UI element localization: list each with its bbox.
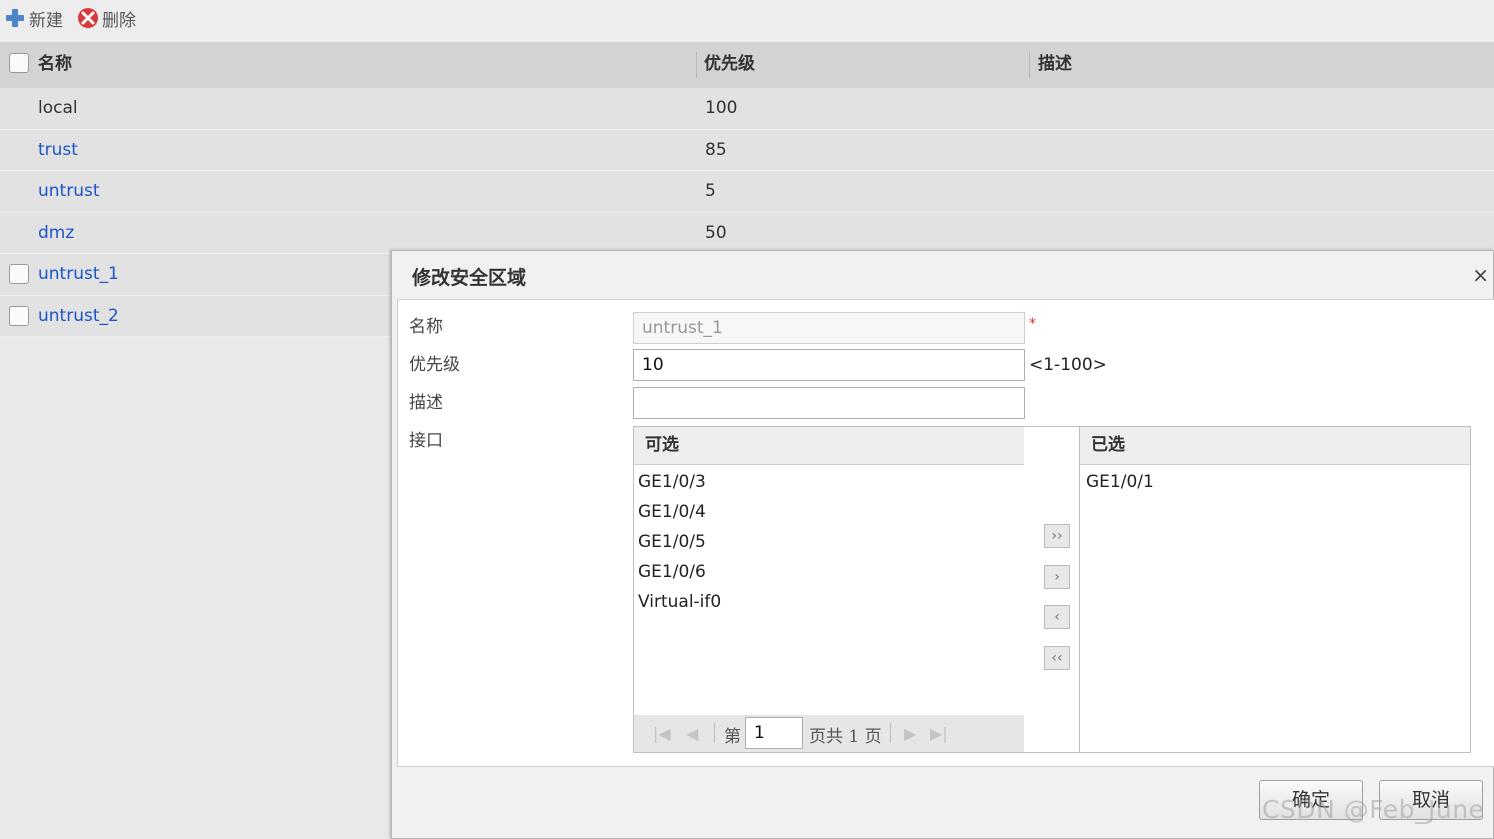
description-field[interactable] bbox=[633, 387, 1025, 419]
priority-field[interactable]: 10 bbox=[633, 349, 1025, 381]
priority-range-hint: <1-100> bbox=[1029, 355, 1107, 375]
prev-page-icon[interactable]: ◀ bbox=[686, 724, 698, 743]
name-label: 名称 bbox=[409, 317, 443, 337]
first-page-icon[interactable]: |◀ bbox=[653, 724, 671, 743]
select-all-checkbox[interactable] bbox=[9, 53, 29, 73]
dialog-body: 名称 untrust_1 * 优先级 10 <1-100> 描述 接口 可选 G… bbox=[397, 299, 1494, 767]
available-list-header: 可选 bbox=[634, 427, 1024, 465]
name-field: untrust_1 bbox=[633, 312, 1025, 344]
zone-priority: 5 bbox=[705, 181, 716, 201]
edit-zone-dialog: 修改安全区域 × 名称 untrust_1 * 优先级 10 <1-100> 描… bbox=[391, 250, 1494, 839]
pager-divider bbox=[890, 723, 891, 743]
pager-divider bbox=[714, 723, 715, 743]
zone-name: local bbox=[38, 98, 78, 118]
page-prefix: 第 bbox=[724, 727, 741, 747]
priority-label: 优先级 bbox=[409, 355, 460, 375]
row-checkbox[interactable] bbox=[9, 264, 29, 284]
delete-icon bbox=[78, 8, 98, 28]
plus-icon bbox=[6, 9, 24, 27]
required-mark: * bbox=[1029, 316, 1036, 332]
zone-name-link[interactable]: dmz bbox=[38, 213, 74, 254]
zone-priority: 85 bbox=[705, 139, 727, 160]
zone-priority: 100 bbox=[705, 98, 738, 118]
list-item[interactable]: GE1/0/4 bbox=[634, 497, 1024, 527]
zone-name-link[interactable]: untrust bbox=[38, 171, 100, 212]
list-item[interactable]: GE1/0/3 bbox=[634, 467, 1024, 497]
delete-button-label: 删除 bbox=[102, 10, 136, 31]
table-row[interactable]: local 100 bbox=[0, 88, 1494, 130]
available-interfaces-list: 可选 GE1/0/3 GE1/0/4 GE1/0/5 GE1/0/6 Virtu… bbox=[633, 426, 1025, 753]
new-button[interactable]: 新建 bbox=[4, 6, 63, 31]
header-priority: 优先级 bbox=[704, 54, 755, 74]
dialog-title: 修改安全区域 bbox=[412, 267, 527, 289]
toolbar: 新建 删除 bbox=[0, 0, 1494, 42]
close-icon[interactable]: × bbox=[1472, 263, 1489, 287]
header-description: 描述 bbox=[1038, 54, 1072, 74]
move-all-left-button[interactable]: ‹‹ bbox=[1044, 646, 1070, 670]
table-row[interactable]: trust 85 bbox=[0, 129, 1494, 171]
column-divider[interactable] bbox=[1029, 52, 1030, 78]
interface-label: 接口 bbox=[409, 431, 443, 451]
pager: |◀ ◀ 第 1 页共 1 页 ▶ ▶| bbox=[634, 715, 1024, 752]
header-name: 名称 bbox=[38, 54, 72, 74]
transfer-buttons-panel bbox=[1024, 426, 1080, 753]
new-button-label: 新建 bbox=[29, 10, 63, 31]
list-item[interactable]: GE1/0/5 bbox=[634, 527, 1024, 557]
page-number-input[interactable]: 1 bbox=[745, 717, 803, 749]
list-item[interactable]: Virtual-if0 bbox=[634, 587, 1024, 617]
last-page-icon[interactable]: ▶| bbox=[930, 724, 948, 743]
move-all-right-button[interactable]: ›› bbox=[1044, 524, 1070, 548]
ok-button[interactable]: 确定 bbox=[1259, 780, 1363, 820]
description-label: 描述 bbox=[409, 393, 443, 413]
next-page-icon[interactable]: ▶ bbox=[904, 724, 916, 743]
move-right-button[interactable]: › bbox=[1044, 565, 1070, 589]
page-total-text: 页共 1 页 bbox=[809, 727, 882, 747]
selected-list-header: 已选 bbox=[1080, 427, 1470, 465]
zone-priority: 50 bbox=[705, 222, 727, 243]
table-header: 名称 优先级 描述 bbox=[0, 42, 1494, 88]
list-item[interactable]: GE1/0/1 bbox=[1080, 467, 1470, 497]
cancel-button[interactable]: 取消 bbox=[1379, 780, 1483, 820]
list-item[interactable]: GE1/0/6 bbox=[634, 557, 1024, 587]
move-left-button[interactable]: ‹ bbox=[1044, 605, 1070, 629]
zone-name-link[interactable]: untrust_1 bbox=[38, 254, 119, 295]
delete-button[interactable]: 删除 bbox=[77, 6, 136, 31]
row-checkbox[interactable] bbox=[9, 305, 29, 326]
zone-name-link[interactable]: untrust_2 bbox=[38, 296, 119, 337]
selected-interfaces-list: 已选 GE1/0/1 bbox=[1079, 426, 1471, 753]
column-divider[interactable] bbox=[696, 52, 697, 78]
table-row[interactable]: untrust 5 bbox=[0, 171, 1494, 213]
table-row[interactable]: dmz 50 bbox=[0, 212, 1494, 254]
zone-name-link[interactable]: trust bbox=[38, 130, 78, 171]
